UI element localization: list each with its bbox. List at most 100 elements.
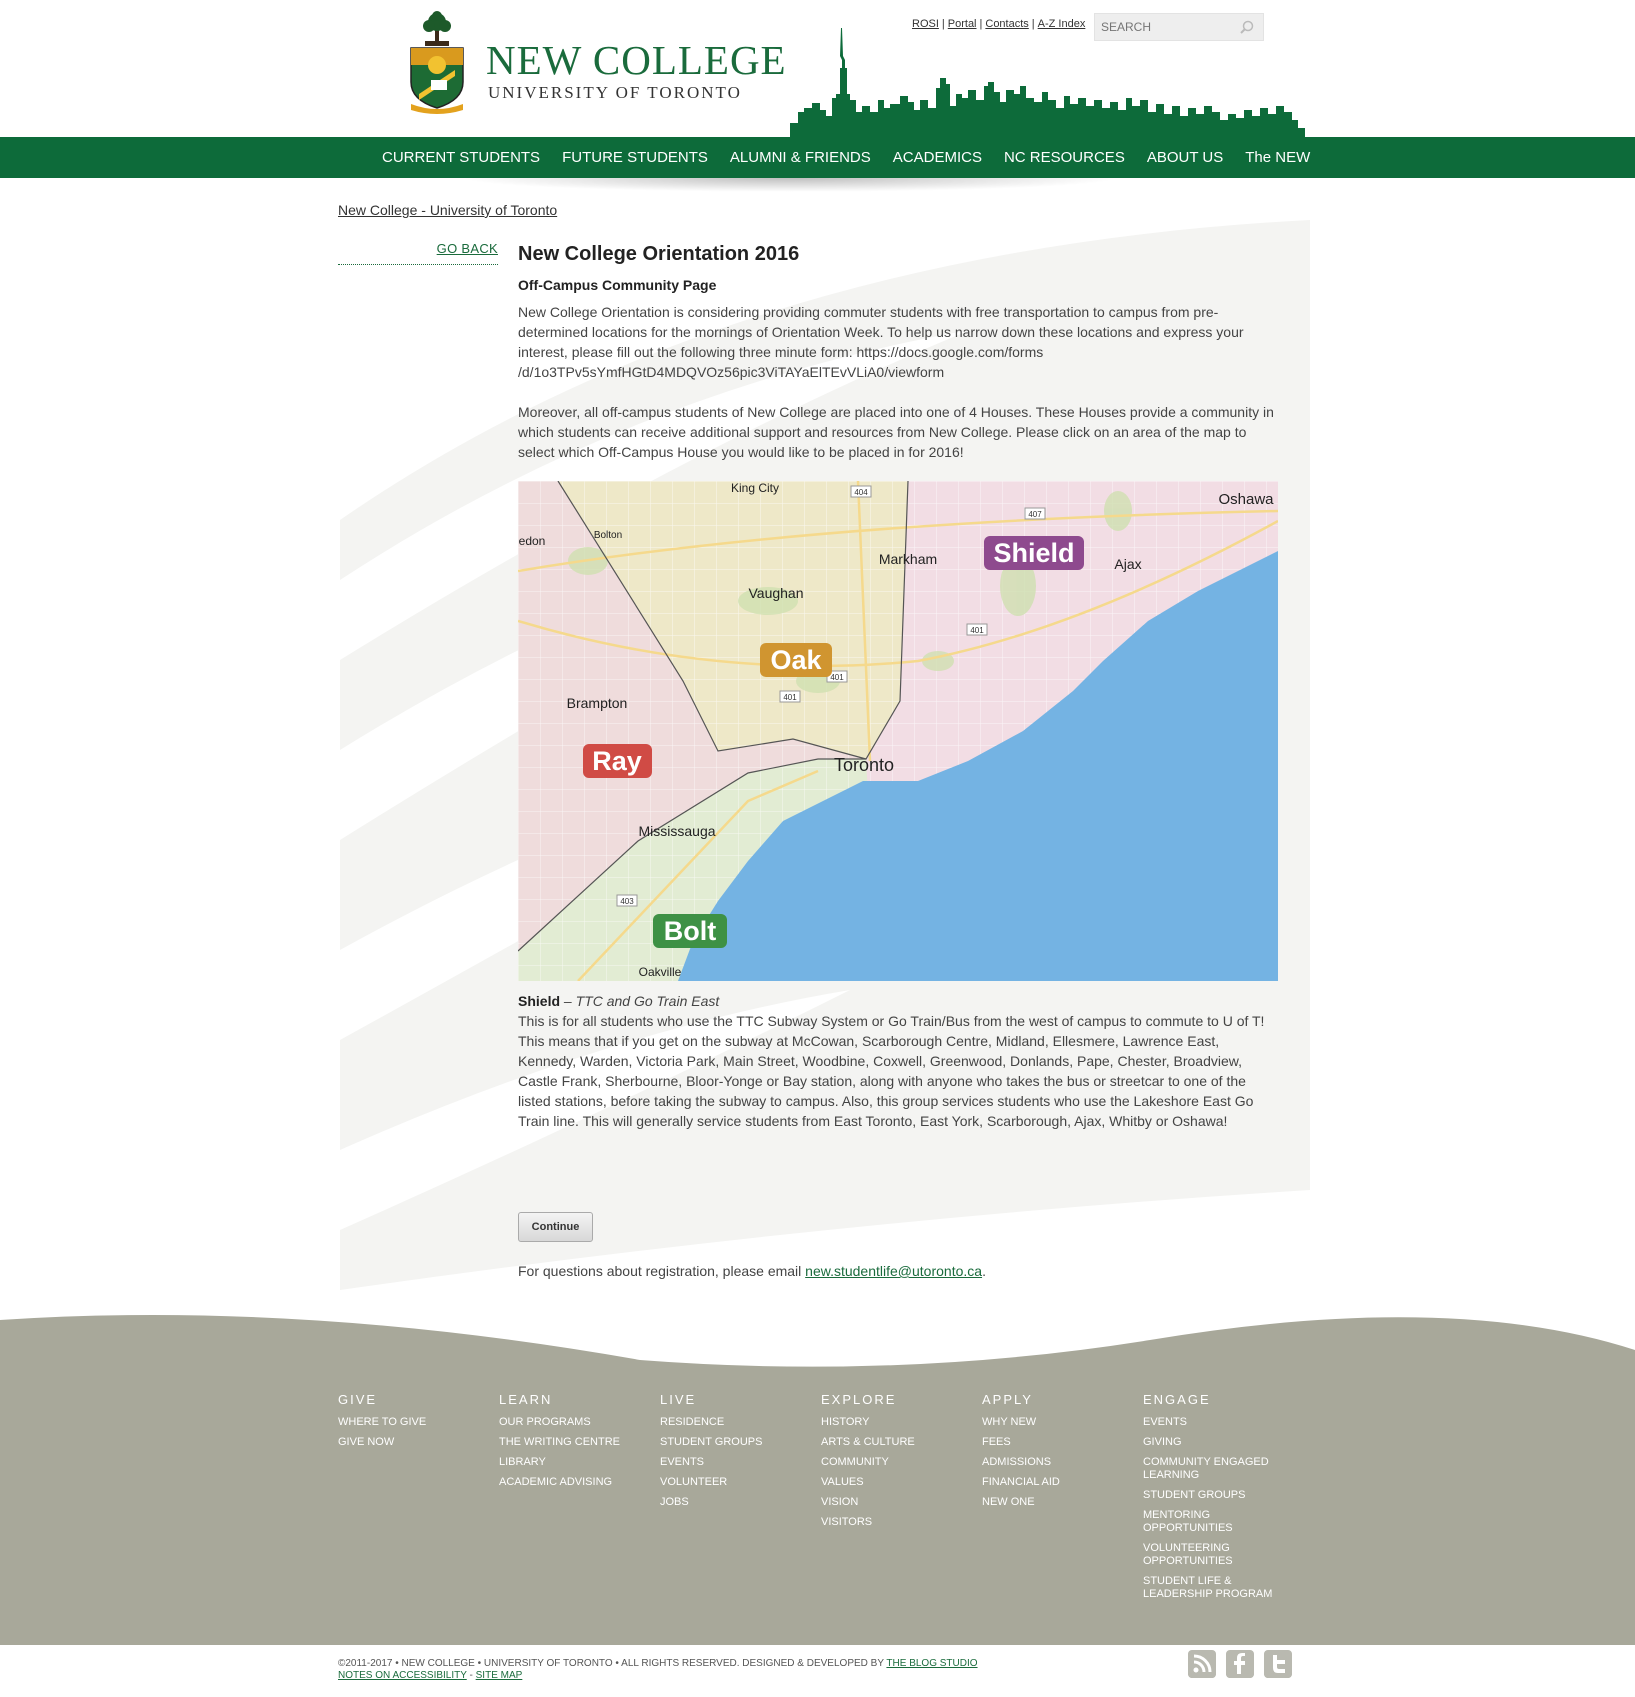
- footer-link[interactable]: WHERE TO GIVE: [338, 1416, 478, 1429]
- house-marker-ray[interactable]: Ray: [583, 744, 652, 778]
- footer-link[interactable]: STUDENT GROUPS: [1143, 1489, 1283, 1502]
- house-map[interactable]: 404 407 401 401 401 403 King City Bolton…: [518, 481, 1278, 981]
- footer-heading: LEARN: [499, 1392, 553, 1407]
- nav-current-students[interactable]: CURRENT STUDENTS: [371, 137, 551, 178]
- house-marker-bolt[interactable]: Bolt: [653, 914, 727, 948]
- page-subtitle: Off-Campus Community Page: [518, 277, 717, 293]
- search-input[interactable]: [1095, 14, 1235, 40]
- footer-link[interactable]: VALUES: [821, 1476, 961, 1489]
- city-label: Brampton: [567, 695, 628, 711]
- houses-paragraph: Moreover, all off-campus students of New…: [518, 404, 1274, 460]
- footer-link[interactable]: EVENTS: [1143, 1416, 1283, 1429]
- footer-link[interactable]: THE WRITING CENTRE: [499, 1436, 639, 1449]
- nav-the-new[interactable]: The NEW: [1234, 137, 1321, 178]
- svg-text:Ray: Ray: [592, 746, 642, 776]
- footer-link[interactable]: JOBS: [660, 1496, 800, 1509]
- city-label: Vaughan: [748, 585, 803, 601]
- footer-link[interactable]: RESIDENCE: [660, 1416, 800, 1429]
- footer-link[interactable]: MENTORING OPPORTUNITIES: [1143, 1509, 1283, 1535]
- footer-link[interactable]: LIBRARY: [499, 1456, 639, 1469]
- breadcrumb[interactable]: New College - University of Toronto: [338, 202, 557, 218]
- city-label: King City: [731, 481, 779, 495]
- footer-link[interactable]: ACADEMIC ADVISING: [499, 1476, 639, 1489]
- sidebar: GO BACK: [338, 240, 498, 265]
- footer-dash: -: [466, 1670, 476, 1681]
- footer-link[interactable]: ADMISSIONS: [982, 1456, 1122, 1469]
- toronto-skyline-graphic: [790, 28, 1305, 137]
- footer-link[interactable]: VOLUNTEER: [660, 1476, 800, 1489]
- util-link-rosi[interactable]: ROSI: [912, 18, 939, 30]
- hwy-label: 401: [830, 673, 844, 682]
- footer-link[interactable]: VISION: [821, 1496, 961, 1509]
- main-content: New College Orientation 2016 Off-Campus …: [518, 240, 1278, 462]
- footer-link[interactable]: EVENTS: [660, 1456, 800, 1469]
- twitter-icon[interactable]: [1264, 1650, 1292, 1678]
- footer-link[interactable]: HISTORY: [821, 1416, 961, 1429]
- new-college-crest-icon[interactable]: [405, 10, 469, 114]
- footer-col-give: GIVE WHERE TO GIVE GIVE NOW: [338, 1392, 499, 1608]
- city-label: Toronto: [834, 755, 894, 775]
- util-link-az-index[interactable]: A-Z Index: [1038, 18, 1086, 30]
- go-back-link[interactable]: GO BACK: [437, 241, 498, 256]
- footer-link[interactable]: FEES: [982, 1436, 1122, 1449]
- site-header: NEW COLLEGE UNIVERSITY OF TORONTO ROSI | P…: [0, 0, 1635, 137]
- footer-heading: EXPLORE: [821, 1392, 897, 1407]
- house-dash: –: [560, 993, 576, 1009]
- accessibility-link[interactable]: NOTES ON ACCESSIBILITY: [338, 1670, 467, 1681]
- rss-icon[interactable]: [1188, 1650, 1216, 1678]
- registration-end: .: [982, 1263, 986, 1279]
- nav-alumni-friends[interactable]: ALUMNI & FRIENDS: [719, 137, 882, 178]
- footer-col-apply: APPLY WHY NEW FEES ADMISSIONS FINANCIAL …: [982, 1392, 1143, 1608]
- copyright-text: ©2011-2017 • NEW COLLEGE • UNIVERSITY OF…: [338, 1658, 887, 1669]
- util-link-contacts[interactable]: Contacts: [985, 18, 1028, 30]
- house-marker-shield[interactable]: Shield: [984, 536, 1084, 570]
- blog-studio-link[interactable]: THE BLOG STUDIO: [886, 1658, 977, 1669]
- footer-heading: APPLY: [982, 1392, 1033, 1407]
- footer-link[interactable]: ARTS & CULTURE: [821, 1436, 961, 1449]
- city-label: Ajax: [1114, 556, 1141, 572]
- search-icon[interactable]: [1239, 20, 1255, 36]
- city-label: edon: [519, 534, 546, 548]
- footer-heading: LIVE: [660, 1392, 697, 1407]
- footer-link[interactable]: VOLUNTEERING OPPORTUNITIES: [1143, 1542, 1283, 1568]
- hwy-label: 407: [1028, 510, 1042, 519]
- hwy-label: 403: [620, 897, 634, 906]
- intro-paragraph: New College Orientation is considering p…: [518, 304, 1244, 380]
- logo[interactable]: NEW COLLEGE UNIVERSITY OF TORONTO: [486, 38, 787, 103]
- hwy-label: 401: [783, 693, 797, 702]
- house-marker-oak[interactable]: Oak: [760, 643, 832, 677]
- logo-title: NEW COLLEGE: [486, 37, 787, 83]
- footer-col-explore: EXPLORE HISTORY ARTS & CULTURE COMMUNITY…: [821, 1392, 982, 1608]
- continue-button[interactable]: Continue: [518, 1212, 593, 1242]
- footer-link[interactable]: OUR PROGRAMS: [499, 1416, 639, 1429]
- facebook-icon[interactable]: [1226, 1650, 1254, 1678]
- footer-link[interactable]: NEW ONE: [982, 1496, 1122, 1509]
- house-description: This is for all students who use the TTC…: [518, 1013, 1265, 1129]
- bottom-bar: ©2011-2017 • NEW COLLEGE • UNIVERSITY OF…: [0, 1645, 1635, 1697]
- nav-future-students[interactable]: FUTURE STUDENTS: [551, 137, 719, 178]
- footer-link[interactable]: FINANCIAL AID: [982, 1476, 1122, 1489]
- footer-link[interactable]: GIVE NOW: [338, 1436, 478, 1449]
- footer-link[interactable]: COMMUNITY ENGAGED LEARNING: [1143, 1456, 1283, 1482]
- footer-col-learn: LEARN OUR PROGRAMS THE WRITING CENTRE LI…: [499, 1392, 660, 1608]
- util-link-portal[interactable]: Portal: [948, 18, 977, 30]
- footer-link[interactable]: STUDENT LIFE & LEADERSHIP PROGRAM: [1143, 1575, 1283, 1601]
- utility-links: ROSI | Portal | Contacts | A-Z Index: [912, 18, 1086, 30]
- footer-heading: GIVE: [338, 1392, 378, 1407]
- footer-heading: ENGAGE: [1143, 1392, 1211, 1407]
- footer-col-live: LIVE RESIDENCE STUDENT GROUPS EVENTS VOL…: [660, 1392, 821, 1608]
- footer-link[interactable]: STUDENT GROUPS: [660, 1436, 800, 1449]
- nav-academics[interactable]: ACADEMICS: [882, 137, 993, 178]
- nav-nc-resources[interactable]: NC RESOURCES: [993, 137, 1136, 178]
- footer-link[interactable]: GIVING: [1143, 1436, 1283, 1449]
- registration-contact: For questions about registration, please…: [518, 1263, 986, 1279]
- registration-email-link[interactable]: new.studentlife@utoronto.ca: [805, 1263, 982, 1279]
- hwy-label: 404: [854, 488, 868, 497]
- footer-link[interactable]: WHY NEW: [982, 1416, 1122, 1429]
- sitemap-link[interactable]: SITE MAP: [476, 1670, 523, 1681]
- footer-link[interactable]: VISITORS: [821, 1516, 961, 1529]
- svg-text:Oak: Oak: [770, 645, 822, 675]
- city-label: Oakville: [639, 965, 682, 979]
- nav-about-us[interactable]: ABOUT US: [1136, 137, 1234, 178]
- footer-link[interactable]: COMMUNITY: [821, 1456, 961, 1469]
